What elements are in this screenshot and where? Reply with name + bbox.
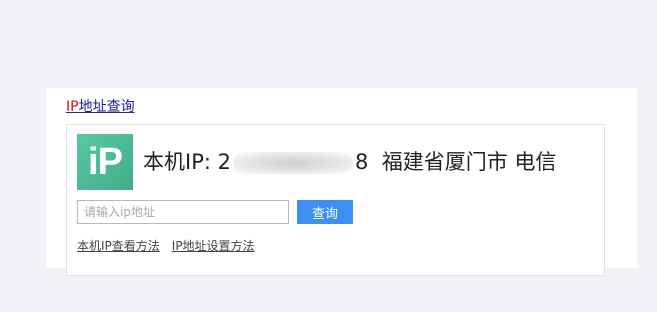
widget-title-link[interactable]: IP地址查询	[66, 98, 135, 116]
ip-suffix: 8	[355, 150, 369, 174]
ip-lookup-widget: IP地址查询 iP 本机IP: 2 8 福建省厦门市 电信 查询 本机IP查看方法…	[46, 88, 637, 276]
ip-logo-icon: iP	[77, 134, 133, 190]
title-ip-text: IP	[66, 99, 79, 115]
link-ip-settings[interactable]: IP地址设置方法	[172, 239, 255, 253]
link-check-local-ip[interactable]: 本机IP查看方法	[77, 239, 160, 253]
ip-redaction-blur	[233, 152, 353, 174]
result-card: iP 本机IP: 2 8 福建省厦门市 电信 查询 本机IP查看方法 IP地址设置方…	[66, 124, 605, 276]
ip-search-input[interactable]	[77, 200, 289, 224]
ip-label: 本机IP:	[143, 150, 211, 174]
ip-result-line: 本机IP: 2 8 福建省厦门市 电信	[143, 147, 556, 177]
title-rest-text: 地址查询	[78, 99, 135, 115]
help-links: 本机IP查看方法 IP地址设置方法	[77, 238, 267, 254]
ip-prefix: 2	[217, 150, 231, 174]
ip-location: 福建省厦门市 电信	[381, 150, 557, 174]
search-button[interactable]: 查询	[297, 200, 353, 224]
